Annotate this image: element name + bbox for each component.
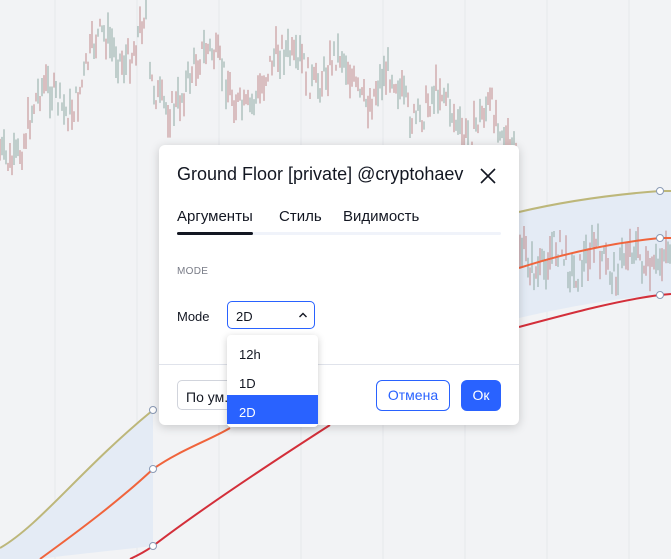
tab-visibility[interactable]: Видимость xyxy=(343,208,419,225)
line-anchor-handle[interactable] xyxy=(656,187,664,195)
close-icon xyxy=(480,168,496,184)
line-anchor-handle[interactable] xyxy=(656,291,664,299)
footer-divider xyxy=(159,364,519,365)
mode-select[interactable]: 2D xyxy=(227,301,315,329)
mode-field-label: Mode xyxy=(177,309,210,324)
indicator-settings-dialog: Ground Floor [private] @cryptohaev Аргум… xyxy=(159,145,519,425)
dropdown-option-2d[interactable]: 2D xyxy=(227,395,318,424)
chevron-up-icon xyxy=(299,312,307,318)
dropdown-option-12h[interactable]: 12h xyxy=(227,337,318,366)
cancel-button[interactable]: Отмена xyxy=(376,380,450,411)
line-anchor-handle[interactable] xyxy=(149,465,157,473)
dialog-title: Ground Floor [private] @cryptohaev xyxy=(177,164,464,184)
line-anchor-handle[interactable] xyxy=(149,542,157,550)
dropdown-option-1d[interactable]: 1D xyxy=(227,366,318,395)
indicator-line-lower xyxy=(129,424,331,559)
ok-button[interactable]: Ок xyxy=(461,380,501,411)
line-anchor-handle[interactable] xyxy=(149,406,157,414)
section-heading-mode: MODE xyxy=(177,266,209,277)
tab-style[interactable]: Стиль xyxy=(279,208,322,225)
line-anchor-handle[interactable] xyxy=(656,234,664,242)
mode-select-value: 2D xyxy=(236,309,253,324)
close-button[interactable] xyxy=(477,165,499,187)
mode-dropdown-menu: 12h 1D 2D xyxy=(227,335,318,427)
tab-arguments[interactable]: Аргументы xyxy=(177,208,253,235)
channel-band-left xyxy=(0,410,153,559)
dialog-tabs: Аргументы Стиль Видимость xyxy=(177,208,501,236)
